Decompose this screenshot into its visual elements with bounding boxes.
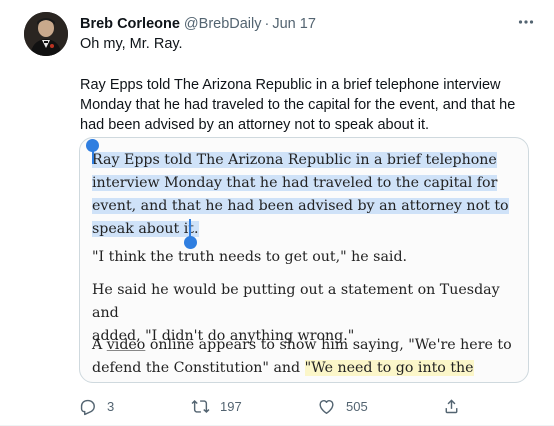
- article-text-run: online appears to show him saying, "We'r…: [145, 337, 512, 353]
- selection-end-handle[interactable]: [184, 236, 197, 249]
- retweet-button[interactable]: 197: [191, 395, 242, 417]
- tweet[interactable]: Breb Corleone @BrebDaily · Jun 17 Oh my,…: [0, 0, 554, 426]
- author-handle[interactable]: @BrebDaily: [184, 14, 262, 34]
- share-icon: [445, 398, 458, 413]
- separator-dot: ·: [264, 16, 270, 32]
- article-text-run: defend the Constitution" and: [92, 360, 305, 376]
- more-horizontal-icon[interactable]: [516, 12, 536, 32]
- tweet-date[interactable]: Jun 17: [272, 14, 316, 34]
- tweet-text-paragraph: Ray Epps told The Arizona Republic in a …: [80, 77, 516, 133]
- selection-start-handle[interactable]: [86, 139, 99, 152]
- article-screenshot[interactable]: Ray Epps told The Arizona Republic in a …: [79, 137, 529, 383]
- article-text-run: A: [92, 337, 107, 353]
- article-paragraph: A video online appears to show him sayin…: [92, 334, 522, 382]
- retweet-count: 197: [220, 398, 242, 414]
- article-paragraph-selected: Ray Epps told The Arizona Republic in a …: [92, 149, 522, 241]
- article-line: He said he would be putting out a statem…: [92, 282, 500, 321]
- retweet-icon: [191, 399, 210, 413]
- selected-line: Ray Epps told The Arizona Republic in a …: [92, 152, 497, 168]
- like-button[interactable]: 505: [317, 395, 368, 417]
- avatar-image: [24, 12, 68, 56]
- reply-count: 3: [107, 398, 115, 414]
- avatar[interactable]: [24, 12, 68, 56]
- article-paragraph: "I think the truth needs to get out," he…: [92, 249, 408, 265]
- heart-icon: [319, 399, 334, 414]
- tweet-actions: 3 197 505: [78, 395, 478, 417]
- selected-line: speak about it.: [92, 221, 199, 237]
- like-count: 505: [346, 398, 368, 414]
- share-button[interactable]: [442, 395, 461, 417]
- selected-line: event, and that he had been advised by a…: [92, 198, 509, 214]
- video-link[interactable]: video: [107, 337, 146, 353]
- author-name[interactable]: Breb Corleone: [80, 14, 180, 34]
- tweet-text-line: Oh my, Mr. Ray.: [80, 36, 183, 52]
- reply-icon: [80, 399, 95, 415]
- tweet-header: Breb Corleone @BrebDaily · Jun 17: [80, 14, 540, 34]
- reply-button[interactable]: 3: [78, 395, 114, 417]
